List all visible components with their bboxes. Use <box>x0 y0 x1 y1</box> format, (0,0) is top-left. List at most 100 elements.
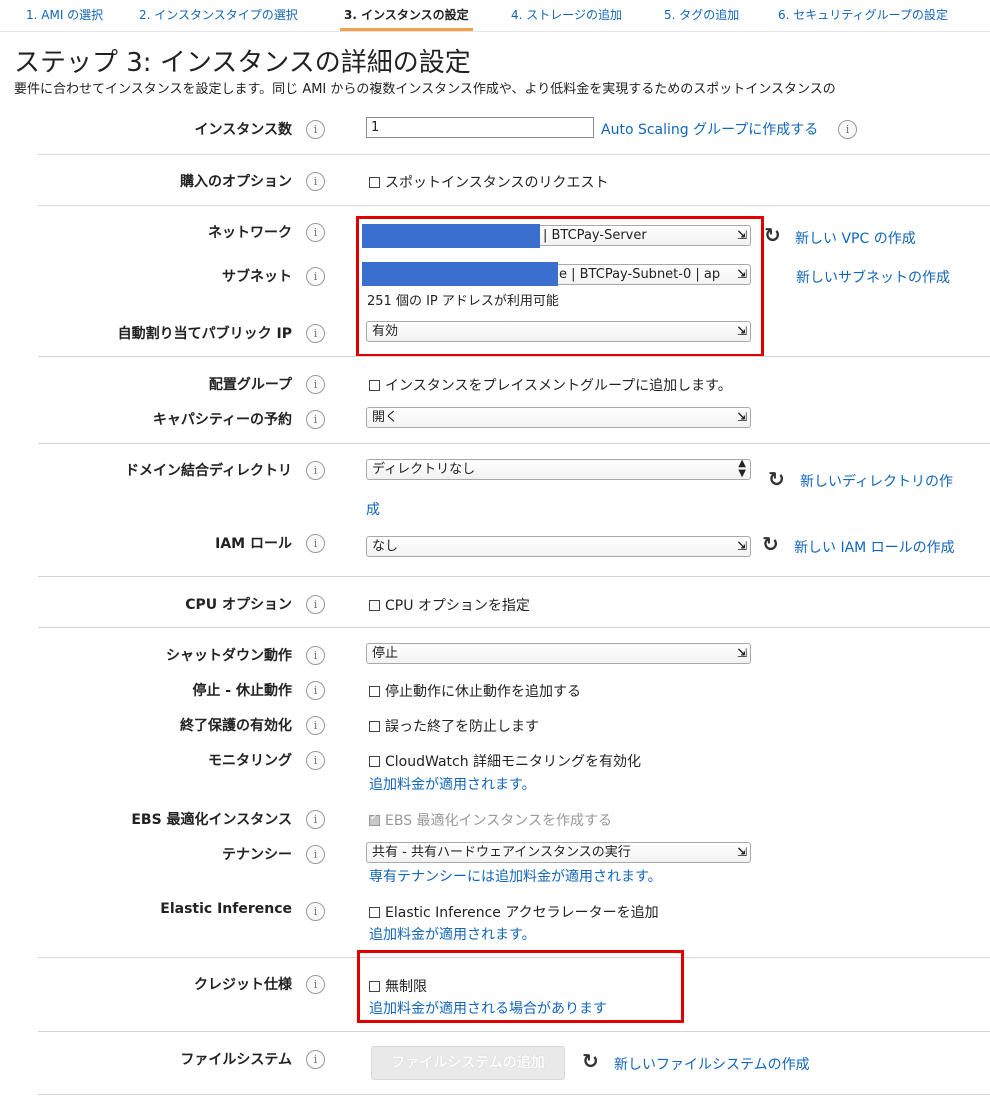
public-ip-label: 自動割り当てパブリック IP <box>117 326 292 342</box>
hibernate-label: 停止 - 休止動作 <box>192 683 292 699</box>
monitoring-label: モニタリング <box>208 753 292 769</box>
shutdown-behavior-select[interactable]: 停止 ⇲ <box>366 643 751 664</box>
elastic-inference-label: Elastic Inference <box>160 901 292 917</box>
tab-ami[interactable]: 1. AMI の選択 <box>22 0 107 31</box>
tab-storage[interactable]: 4. ストレージの追加 <box>507 0 626 31</box>
network-label: ネットワーク <box>208 225 292 241</box>
info-icon[interactable]: i <box>306 172 325 191</box>
divider <box>38 154 990 155</box>
info-icon[interactable]: i <box>306 534 325 553</box>
domain-directory-select[interactable]: ディレクトリなし ▲ ▼ <box>366 459 751 480</box>
refresh-icon[interactable]: ↻ <box>582 1051 599 1071</box>
select-updown-icon: ▲ ▼ <box>738 459 746 479</box>
info-icon[interactable]: i <box>306 267 325 286</box>
divider <box>38 1094 990 1095</box>
tab-tags[interactable]: 5. タグの追加 <box>660 0 743 31</box>
divider <box>38 205 990 206</box>
highlight-box-credit <box>357 950 684 1023</box>
auto-scaling-link[interactable]: Auto Scaling グループに作成する <box>601 119 818 139</box>
page-title: ステップ 3: インスタンスの詳細の設定 <box>14 48 471 78</box>
instance-count-input[interactable]: 1 <box>366 117 594 138</box>
elastic-inference-text: Elastic Inference アクセラレーターを追加 <box>385 905 659 921</box>
purchase-option-label: 購入のオプション <box>180 174 292 190</box>
tenancy-value: 共有 - 共有ハードウェアインスタンスの実行 <box>372 845 631 860</box>
wizard-steps: 1. AMI の選択 2. インスタンスタイプの選択 3. インスタンスの設定 … <box>0 0 990 32</box>
info-icon[interactable]: i <box>306 845 325 864</box>
checkbox-box[interactable] <box>369 755 380 767</box>
info-icon[interactable]: i <box>306 595 325 614</box>
select-arrow-icon: ⇲ <box>736 646 747 660</box>
checkbox-box[interactable] <box>369 720 380 732</box>
placement-group-checkbox[interactable]: インスタンスをプレイスメントグループに追加します。 <box>369 375 732 395</box>
create-iam-role-link[interactable]: 新しい IAM ロールの作成 <box>794 537 955 557</box>
info-icon[interactable]: i <box>306 223 325 242</box>
hibernate-checkbox[interactable]: 停止動作に休止動作を追加する <box>369 681 581 701</box>
checkbox-box <box>369 812 380 826</box>
capacity-value: 開く <box>372 410 399 425</box>
monitoring-text: CloudWatch 詳細モニタリングを有効化 <box>385 754 642 770</box>
capacity-reservation-select[interactable]: 開く ⇲ <box>366 407 751 428</box>
credit-spec-label: クレジット仕様 <box>194 977 292 993</box>
termination-protection-checkbox[interactable]: 誤った終了を防止します <box>369 716 539 736</box>
info-icon[interactable]: i <box>306 461 325 480</box>
checkbox-box[interactable] <box>369 906 380 918</box>
create-directory-link-cont[interactable]: 成 <box>366 499 380 519</box>
info-icon[interactable]: i <box>838 120 857 139</box>
info-icon[interactable]: i <box>306 410 325 429</box>
tab-instance-type[interactable]: 2. インスタンスタイプの選択 <box>135 0 302 31</box>
monitoring-checkbox[interactable]: CloudWatch 詳細モニタリングを有効化 <box>369 751 641 771</box>
tenancy-label: テナンシー <box>222 847 292 863</box>
spot-request-checkbox[interactable]: スポットインスタンスのリクエスト <box>369 172 608 192</box>
shutdown-value: 停止 <box>372 646 399 661</box>
capacity-reservation-label: キャパシティーの予約 <box>152 412 292 428</box>
create-vpc-link[interactable]: 新しい VPC の作成 <box>795 228 916 248</box>
tab-security-group[interactable]: 6. セキュリティグループの設定 <box>774 0 952 31</box>
monitoring-charge-link[interactable]: 追加料金が適用されます。 <box>369 774 536 794</box>
domain-join-label: ドメイン結合ディレクトリ <box>124 463 292 479</box>
info-icon[interactable]: i <box>306 716 325 735</box>
page-description: 要件に合わせてインスタンスを設定します。同じ AMI からの複数インスタンス作成… <box>14 82 836 97</box>
select-arrow-icon: ⇲ <box>736 410 747 424</box>
instance-count-label: インスタンス数 <box>194 122 292 138</box>
elastic-charge-link[interactable]: 追加料金が適用されます。 <box>369 924 536 944</box>
refresh-icon[interactable]: ↻ <box>764 225 781 245</box>
info-icon[interactable]: i <box>306 681 325 700</box>
create-file-system-link[interactable]: 新しいファイルシステムの作成 <box>614 1054 810 1074</box>
cpu-options-checkbox[interactable]: CPU オプションを指定 <box>369 595 530 615</box>
checkbox-box[interactable] <box>369 685 380 697</box>
info-icon[interactable]: i <box>306 324 325 343</box>
tab-configure-instance[interactable]: 3. インスタンスの設定 <box>340 0 473 31</box>
refresh-icon[interactable]: ↻ <box>768 469 785 489</box>
checkbox-box[interactable] <box>369 599 380 611</box>
info-icon[interactable]: i <box>306 1050 325 1069</box>
info-icon[interactable]: i <box>306 375 325 394</box>
select-arrow-icon: ⇲ <box>736 845 747 859</box>
elastic-inference-checkbox[interactable]: Elastic Inference アクセラレーターを追加 <box>369 902 659 922</box>
tenancy-select[interactable]: 共有 - 共有ハードウェアインスタンスの実行 ⇲ <box>366 842 751 863</box>
termination-text: 誤った終了を防止します <box>385 719 539 735</box>
shutdown-behavior-label: シャットダウン動作 <box>166 648 292 664</box>
domain-value: ディレクトリなし <box>372 462 476 477</box>
ebs-optimized-label: EBS 最適化インスタンス <box>131 812 292 828</box>
spot-request-label: スポットインスタンスのリクエスト <box>385 175 609 191</box>
checkbox-box[interactable] <box>369 379 380 391</box>
checkbox-box[interactable] <box>369 176 380 188</box>
create-directory-link[interactable]: 新しいディレクトリの作 <box>800 471 953 491</box>
info-icon[interactable]: i <box>306 902 325 921</box>
tenancy-charge-link[interactable]: 専有テナンシーには追加料金が適用されます。 <box>369 866 662 886</box>
iam-role-select[interactable]: なし ⇲ <box>366 536 751 557</box>
add-file-system-button: ファイルシステムの追加 <box>371 1046 565 1080</box>
info-icon[interactable]: i <box>306 646 325 665</box>
divider <box>38 576 990 577</box>
file-system-label: ファイルシステム <box>180 1052 292 1068</box>
info-icon[interactable]: i <box>306 751 325 770</box>
ebs-optimized-checkbox: EBS 最適化インスタンスを作成する <box>369 810 612 830</box>
info-icon[interactable]: i <box>306 975 325 994</box>
info-icon[interactable]: i <box>306 810 325 829</box>
subnet-label: サブネット <box>222 269 292 285</box>
divider <box>38 443 990 444</box>
refresh-icon[interactable]: ↻ <box>762 534 779 554</box>
info-icon[interactable]: i <box>306 120 325 139</box>
create-subnet-link[interactable]: 新しいサブネットの作成 <box>796 267 950 287</box>
hibernate-text: 停止動作に休止動作を追加する <box>385 684 581 700</box>
